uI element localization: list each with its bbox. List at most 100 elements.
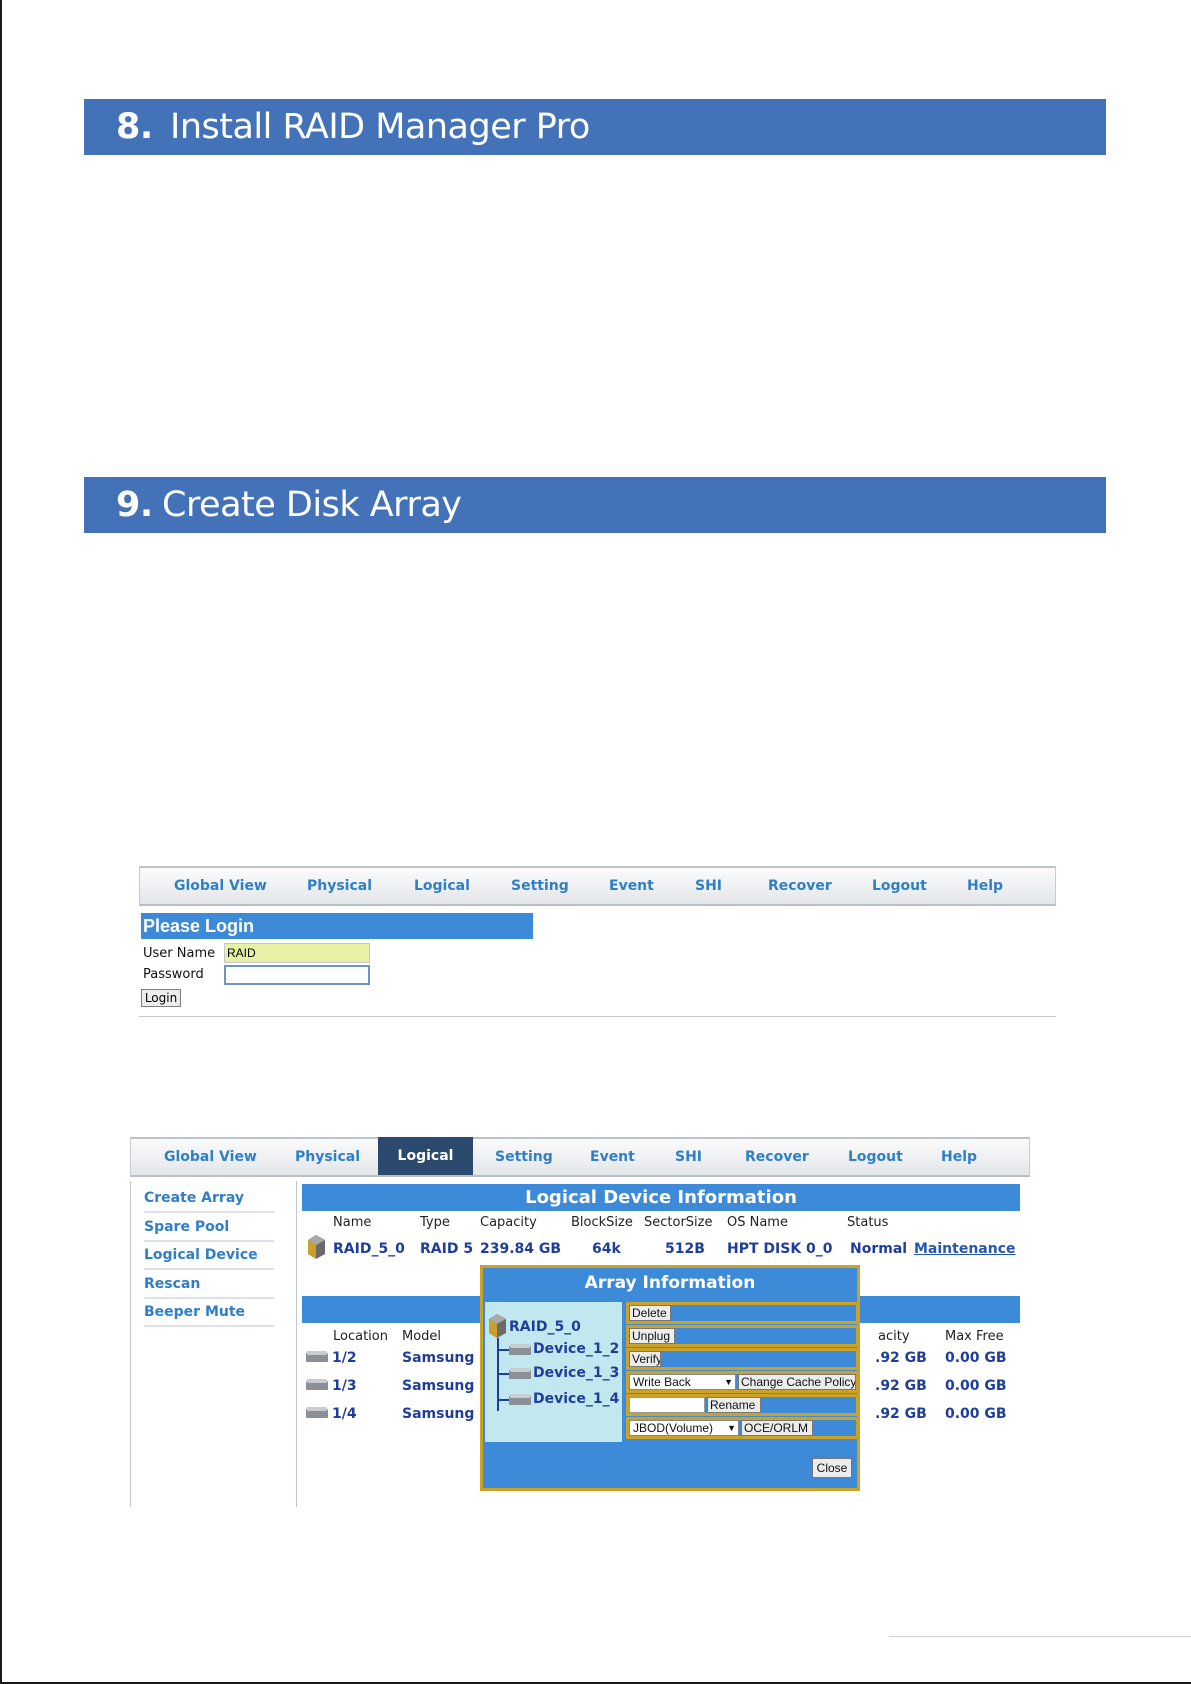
hard-disk-icon (509, 1368, 531, 1379)
tree-connector (497, 1349, 509, 1351)
dropdown-arrow-icon: ▼ (724, 1377, 733, 1387)
nav-event[interactable]: Event (609, 868, 654, 904)
dialog-title: Array Information (584, 1273, 756, 1293)
device-location[interactable]: 1/2 (332, 1350, 357, 1366)
cache-policy-value: Write Back (633, 1375, 691, 1389)
section-title: Install RAID Manager Pro (170, 107, 590, 147)
nav-recover[interactable]: Recover (768, 868, 832, 904)
hard-disk-icon (306, 1351, 328, 1362)
device-location[interactable]: 1/4 (332, 1406, 357, 1422)
section-title: Create Disk Array (162, 485, 462, 525)
sidebar-item-create-array[interactable]: Create Array (144, 1186, 274, 1213)
raid-array-icon (308, 1235, 325, 1259)
migrate-type-value: JBOD(Volume) (633, 1421, 714, 1435)
nav-bar: Global View Physical Logical Setting Eve… (139, 866, 1056, 906)
section-number: 9. (116, 485, 153, 525)
tree-connector (497, 1399, 509, 1401)
maintenance-link[interactable]: Maintenance (914, 1241, 1016, 1257)
array-name[interactable]: RAID_5_0 (333, 1241, 405, 1257)
tree-root-array[interactable]: RAID_5_0 (509, 1319, 581, 1335)
nav-shi[interactable]: SHI (695, 868, 722, 904)
password-label: Password (143, 967, 204, 982)
nav-physical[interactable]: Physical (307, 868, 372, 904)
section-number: 8. (116, 107, 153, 147)
column-header: SectorSize (644, 1215, 713, 1230)
array-tree: RAID_5_0 Device_1_2 Device_1_3 Device_1_… (485, 1302, 622, 1442)
column-header: Capacity (480, 1215, 537, 1230)
nav-global-view[interactable]: Global View (174, 868, 267, 904)
action-row: Unplug (626, 1325, 859, 1347)
nav-logout[interactable]: Logout (872, 868, 927, 904)
rename-input[interactable] (629, 1397, 705, 1413)
sidebar-item-beeper-mute[interactable]: Beeper Mute (144, 1300, 274, 1327)
login-button[interactable]: Login (141, 989, 181, 1007)
nav-shi[interactable]: SHI (675, 1139, 702, 1175)
action-row: Write Back ▼ Change Cache Policy (626, 1371, 859, 1393)
hard-disk-icon (509, 1394, 531, 1405)
hard-disk-icon (306, 1407, 328, 1418)
tree-member-device[interactable]: Device_1_2 (533, 1341, 619, 1357)
sidebar-item-rescan[interactable]: Rescan (144, 1272, 274, 1299)
sidebar-item-spare-pool[interactable]: Spare Pool (144, 1215, 274, 1242)
array-information-dialog: Array Information RAID_5_0 Device_1_2 De… (480, 1265, 860, 1491)
device-capacity: .92 GB (875, 1350, 927, 1366)
sidebar-item-logical-device[interactable]: Logical Device (144, 1243, 274, 1270)
array-status: Normal (850, 1241, 908, 1257)
verify-button[interactable]: Verify (629, 1351, 661, 1367)
array-os-name: HPT DISK 0_0 (727, 1241, 833, 1257)
logical-device-info-header: Logical Device Information (302, 1184, 1020, 1211)
nav-recover[interactable]: Recover (745, 1139, 809, 1175)
nav-event[interactable]: Event (590, 1139, 635, 1175)
nav-help[interactable]: Help (967, 868, 1003, 904)
action-row: Delete (626, 1302, 859, 1324)
section-heading-9: 9. Create Disk Array (84, 477, 1106, 533)
device-max-free: 0.00 GB (945, 1350, 1007, 1366)
action-row: Verify (626, 1348, 859, 1370)
tree-connector (497, 1373, 509, 1375)
login-screenshot: Global View Physical Logical Setting Eve… (139, 866, 1056, 1018)
array-capacity: 239.84 GB (480, 1241, 562, 1257)
password-input[interactable] (224, 965, 370, 985)
array-block-size: 64k (592, 1241, 621, 1257)
migrate-type-select[interactable]: JBOD(Volume) ▼ (629, 1420, 739, 1436)
nav-setting[interactable]: Setting (511, 868, 569, 904)
rename-button[interactable]: Rename (707, 1397, 761, 1413)
oce-orlm-button[interactable]: OCE/ORLM (741, 1420, 813, 1436)
device-capacity: .92 GB (875, 1406, 927, 1422)
change-cache-policy-button[interactable]: Change Cache Policy (738, 1374, 856, 1390)
page-border (0, 0, 2, 1684)
unplug-button[interactable]: Unplug (629, 1328, 675, 1344)
nav-logout[interactable]: Logout (848, 1139, 903, 1175)
column-header: Max Free (945, 1329, 1004, 1344)
nav-global-view[interactable]: Global View (164, 1139, 257, 1175)
device-model: Samsung S (402, 1406, 490, 1422)
nav-physical[interactable]: Physical (295, 1139, 360, 1175)
action-row: JBOD(Volume) ▼ OCE/ORLM (626, 1417, 859, 1439)
cache-policy-select[interactable]: Write Back ▼ (629, 1374, 736, 1390)
column-header: Status (847, 1215, 889, 1230)
tab-logical-active[interactable]: Logical (378, 1137, 473, 1175)
array-type: RAID 5 (420, 1241, 474, 1257)
nav-bar: Global View Physical Logical Setting Eve… (130, 1137, 1030, 1177)
tree-member-device[interactable]: Device_1_3 (533, 1365, 619, 1381)
column-header: OS Name (727, 1215, 788, 1230)
column-header: Type (420, 1215, 450, 1230)
footer-rule (889, 1636, 1191, 1637)
device-max-free: 0.00 GB (945, 1378, 1007, 1394)
column-header: Model (402, 1329, 442, 1344)
raid-array-icon (489, 1314, 506, 1338)
section-heading-8: 8. Install RAID Manager Pro (84, 99, 1106, 155)
nav-help[interactable]: Help (941, 1139, 977, 1175)
close-button[interactable]: Close (812, 1458, 852, 1478)
username-input[interactable] (224, 943, 370, 963)
device-model: Samsung S (402, 1350, 490, 1366)
column-header: Name (333, 1215, 372, 1230)
device-location[interactable]: 1/3 (332, 1378, 357, 1394)
device-capacity: .92 GB (875, 1378, 927, 1394)
tree-member-device[interactable]: Device_1_4 (533, 1391, 619, 1407)
divider (139, 1016, 1056, 1017)
nav-logical[interactable]: Logical (414, 868, 470, 904)
username-label: User Name (143, 946, 216, 961)
delete-button[interactable]: Delete (629, 1305, 671, 1321)
nav-setting[interactable]: Setting (495, 1139, 553, 1175)
